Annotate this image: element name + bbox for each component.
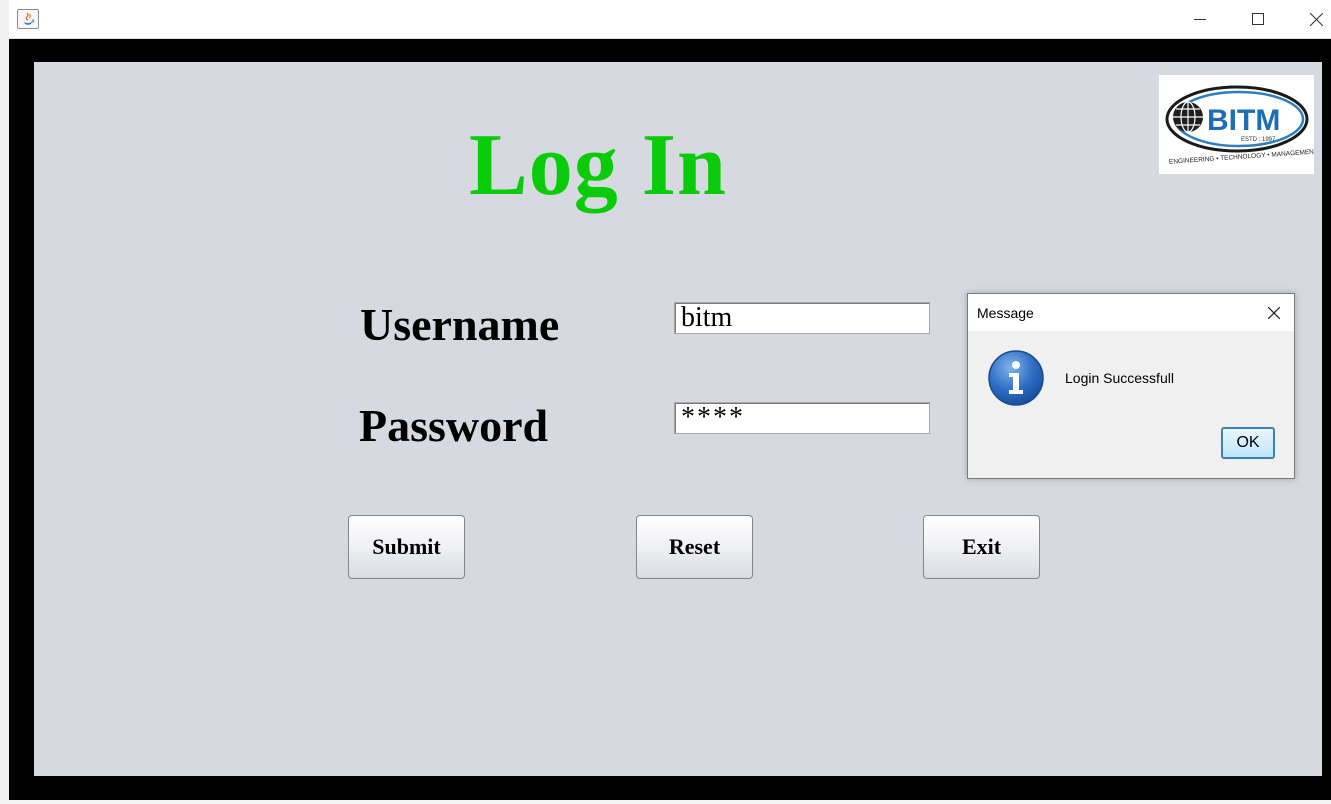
- logo-text: BITM: [1207, 104, 1280, 137]
- page-title: Log In: [469, 117, 727, 214]
- minimize-icon: [1194, 19, 1206, 20]
- reset-button[interactable]: Reset: [636, 515, 753, 579]
- info-icon: [987, 349, 1045, 412]
- dialog-message: Login Successfull: [1065, 370, 1174, 386]
- password-label: Password: [359, 400, 549, 451]
- dialog-close-button[interactable]: [1262, 302, 1286, 324]
- maximize-icon: [1252, 13, 1264, 25]
- close-icon: [1268, 307, 1280, 319]
- bitm-logo: BITM ESTD : 1997 ENGINEERING • TECHNOLOG…: [1159, 75, 1318, 174]
- username-field[interactable]: bitm: [674, 302, 930, 334]
- username-label: Username: [360, 299, 560, 350]
- password-field[interactable]: ****: [674, 402, 930, 434]
- submit-button[interactable]: Submit: [348, 515, 465, 579]
- ok-button[interactable]: OK: [1221, 427, 1275, 459]
- java-app-icon[interactable]: [17, 9, 39, 29]
- exit-button[interactable]: Exit: [923, 515, 1040, 579]
- logo-estd: ESTD : 1997: [1241, 137, 1276, 143]
- close-window-button[interactable]: [1293, 0, 1331, 38]
- dialog-titlebar[interactable]: Message: [968, 294, 1294, 331]
- message-dialog: Message Login Successfull OK: [967, 293, 1295, 479]
- minimize-button[interactable]: [1177, 0, 1223, 38]
- close-icon: [1309, 12, 1323, 26]
- window-titlebar[interactable]: [9, 0, 1331, 39]
- maximize-button[interactable]: [1235, 0, 1281, 38]
- dialog-title: Message: [977, 305, 1034, 321]
